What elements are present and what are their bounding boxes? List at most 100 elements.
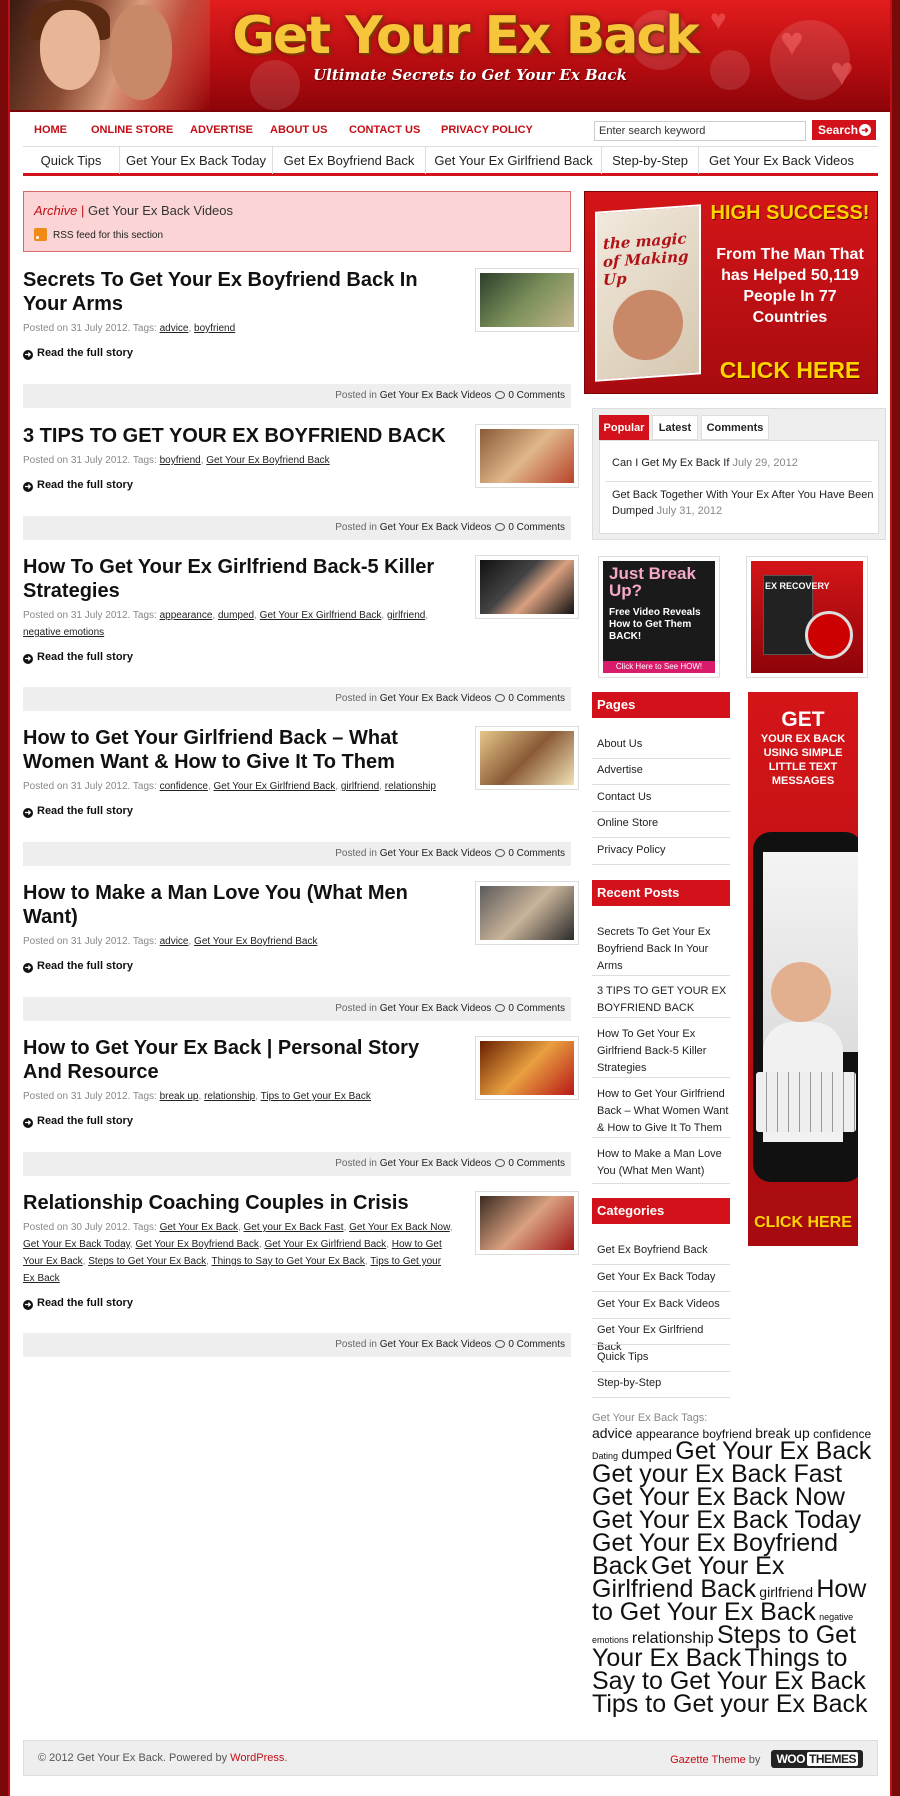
post-category-link[interactable]: Get Your Ex Back Videos	[380, 1339, 492, 1350]
recent-post-link[interactable]: How to Make a Man Love You (What Men Wan…	[597, 1146, 730, 1180]
tab-latest[interactable]: Latest	[652, 415, 698, 440]
post-category-link[interactable]: Get Your Ex Back Videos	[380, 390, 492, 401]
category-link[interactable]: Get Your Ex Back Videos	[597, 1296, 730, 1313]
post-tag-link[interactable]: Get Your Ex Boyfriend Back	[206, 455, 329, 466]
post-thumbnail[interactable]	[475, 268, 579, 332]
post-tag-link[interactable]: girlfriend	[341, 781, 379, 792]
page-link-contact-us[interactable]: Contact Us	[597, 789, 730, 806]
post-thumbnail[interactable]	[475, 881, 579, 945]
post-title[interactable]: How To Get Your Ex Girlfriend Back-5 Kil…	[23, 555, 453, 603]
read-more-link[interactable]: ➜ Read the full story	[23, 1115, 571, 1128]
catnav-quick-tips[interactable]: Quick Tips	[23, 147, 120, 174]
post-category-link[interactable]: Get Your Ex Back Videos	[380, 522, 492, 533]
recent-post-link[interactable]: How to Get Your Girlfriend Back – What W…	[597, 1086, 730, 1137]
read-more-link[interactable]: ➜ Read the full story	[23, 651, 571, 664]
post-thumbnail[interactable]	[475, 424, 579, 488]
wordpress-link[interactable]: WordPress	[230, 1752, 284, 1764]
post-tag-link[interactable]: relationship	[204, 1091, 255, 1102]
catnav-get-your-ex-back-videos[interactable]: Get Your Ex Back Videos	[699, 147, 864, 174]
post-tag-link[interactable]: break up	[160, 1091, 199, 1102]
post-category-link[interactable]: Get Your Ex Back Videos	[380, 848, 492, 859]
post-thumbnail[interactable]	[475, 1036, 579, 1100]
tag-link[interactable]: advice	[592, 1425, 632, 1441]
post-tag-link[interactable]: Get Your Ex Girlfriend Back	[264, 1239, 386, 1250]
post-comments-link[interactable]: 0 Comments	[508, 522, 565, 533]
search-input[interactable]	[594, 121, 806, 141]
post-tag-link[interactable]: Get Your Ex Back	[160, 1222, 238, 1233]
post-comments-link[interactable]: 0 Comments	[508, 1158, 565, 1169]
category-link[interactable]: Get Ex Boyfriend Back	[597, 1242, 730, 1259]
post-tag-link[interactable]: boyfriend	[194, 323, 235, 334]
recent-post-link[interactable]: How To Get Your Ex Girlfriend Back-5 Kil…	[597, 1026, 730, 1077]
post-tag-link[interactable]: Get your Ex Back Fast	[244, 1222, 344, 1233]
tag-link[interactable]: Tips to Get your Ex Back	[592, 1690, 868, 1718]
post-tag-link[interactable]: Get Your Ex Boyfriend Back	[135, 1239, 258, 1250]
post-tag-link[interactable]: relationship	[385, 781, 436, 792]
post-tag-link[interactable]: girlfriend	[387, 610, 425, 621]
site-title[interactable]: Get Your Ex Back	[230, 6, 700, 66]
popular-item[interactable]: Can I Get My Ex Back If July 29, 2012	[612, 455, 874, 471]
page-link-online-store[interactable]: Online Store	[597, 815, 730, 832]
nav-advertise[interactable]: ADVERTISE	[190, 124, 253, 136]
page-link-about-us[interactable]: About Us	[597, 736, 730, 753]
post-title[interactable]: 3 TIPS TO GET YOUR EX BOYFRIEND BACK	[23, 424, 453, 448]
post-thumbnail[interactable]	[475, 726, 579, 790]
post-tag-link[interactable]: Get Your Ex Girlfriend Back	[214, 781, 336, 792]
gazette-theme-link[interactable]: Gazette Theme	[670, 1754, 746, 1766]
post-tag-link[interactable]: Tips to Get your Ex Back	[261, 1091, 371, 1102]
post-comments-link[interactable]: 0 Comments	[508, 848, 565, 859]
category-link[interactable]: Step-by-Step	[597, 1375, 730, 1392]
nav-contact-us[interactable]: CONTACT US	[349, 124, 420, 136]
category-link[interactable]: Get Your Ex Back Today	[597, 1269, 730, 1286]
post-title[interactable]: How to Make a Man Love You (What Men Wan…	[23, 881, 453, 929]
catnav-get-ex-boyfriend-back[interactable]: Get Ex Boyfriend Back	[273, 147, 426, 174]
post-tag-link[interactable]: boyfriend	[160, 455, 201, 466]
post-tag-link[interactable]: Things to Say to Get Your Ex Back	[211, 1256, 364, 1267]
tab-comments[interactable]: Comments	[701, 415, 769, 440]
recent-post-link[interactable]: 3 TIPS TO GET YOUR EX BOYFRIEND BACK	[597, 983, 730, 1017]
post-tag-link[interactable]: Get Your Ex Boyfriend Back	[194, 936, 317, 947]
nav-about-us[interactable]: ABOUT US	[270, 124, 327, 136]
tab-popular[interactable]: Popular	[599, 415, 649, 440]
catnav-get-your-ex-back-today[interactable]: Get Your Ex Back Today	[120, 147, 273, 174]
rss-link[interactable]: RSS feed for this section	[34, 228, 163, 241]
read-more-link[interactable]: ➜ Read the full story	[23, 1297, 571, 1310]
read-more-link[interactable]: ➜ Read the full story	[23, 960, 571, 973]
catnav-get-your-ex-girlfriend-back[interactable]: Get Your Ex Girlfriend Back	[426, 147, 602, 174]
nav-home[interactable]: HOME	[34, 124, 67, 136]
recent-post-link[interactable]: Secrets To Get Your Ex Boyfriend Back In…	[597, 924, 730, 975]
post-title[interactable]: Secrets To Get Your Ex Boyfriend Back In…	[23, 268, 453, 316]
page-link-privacy-policy[interactable]: Privacy Policy	[597, 842, 730, 859]
post-tag-link[interactable]: appearance	[160, 610, 213, 621]
post-thumbnail[interactable]	[475, 555, 579, 619]
post-thumbnail[interactable]	[475, 1191, 579, 1255]
post-comments-link[interactable]: 0 Comments	[508, 1339, 565, 1350]
ad-text-messages[interactable]: GET YOUR EX BACK USING SIMPLE LITTLE TEX…	[748, 692, 858, 1246]
category-link[interactable]: Quick Tips	[597, 1349, 730, 1366]
ad-banner-magic-making-up[interactable]: the magic of Making Up HIGH SUCCESS! Fro…	[584, 191, 878, 394]
post-title[interactable]: How to Get Your Girlfriend Back – What W…	[23, 726, 453, 774]
post-tag-link[interactable]: dumped	[218, 610, 254, 621]
read-more-link[interactable]: ➜ Read the full story	[23, 805, 571, 818]
post-comments-link[interactable]: 0 Comments	[508, 1003, 565, 1014]
post-tag-link[interactable]: Get Your Ex Back Now	[349, 1222, 450, 1233]
ad-ex-recovery[interactable]: EX RECOVERY	[746, 556, 868, 678]
catnav-step-by-step[interactable]: Step-by-Step	[602, 147, 699, 174]
nav-privacy-policy[interactable]: PRIVACY POLICY	[441, 124, 533, 136]
page-link-advertise[interactable]: Advertise	[597, 762, 730, 779]
post-tag-link[interactable]: advice	[160, 936, 189, 947]
post-tag-link[interactable]: Steps to Get Your Ex Back	[88, 1256, 206, 1267]
popular-item[interactable]: Get Back Together With Your Ex After You…	[612, 487, 874, 519]
post-comments-link[interactable]: 0 Comments	[508, 693, 565, 704]
post-category-link[interactable]: Get Your Ex Back Videos	[380, 693, 492, 704]
post-tag-link[interactable]: Get Your Ex Back Today	[23, 1239, 130, 1250]
woothemes-logo[interactable]: WOO THEMES	[771, 1750, 863, 1768]
nav-online-store[interactable]: ONLINE STORE	[91, 124, 173, 136]
post-title[interactable]: How to Get Your Ex Back | Personal Story…	[23, 1036, 453, 1084]
post-category-link[interactable]: Get Your Ex Back Videos	[380, 1158, 492, 1169]
ad-just-break-up[interactable]: Just Break Up? Free Video Reveals How to…	[598, 556, 720, 678]
post-tag-link[interactable]: Get Your Ex Girlfriend Back	[260, 610, 382, 621]
post-tag-link[interactable]: negative emotions	[23, 627, 104, 638]
read-more-link[interactable]: ➜ Read the full story	[23, 347, 571, 360]
post-title[interactable]: Relationship Coaching Couples in Crisis	[23, 1191, 453, 1215]
